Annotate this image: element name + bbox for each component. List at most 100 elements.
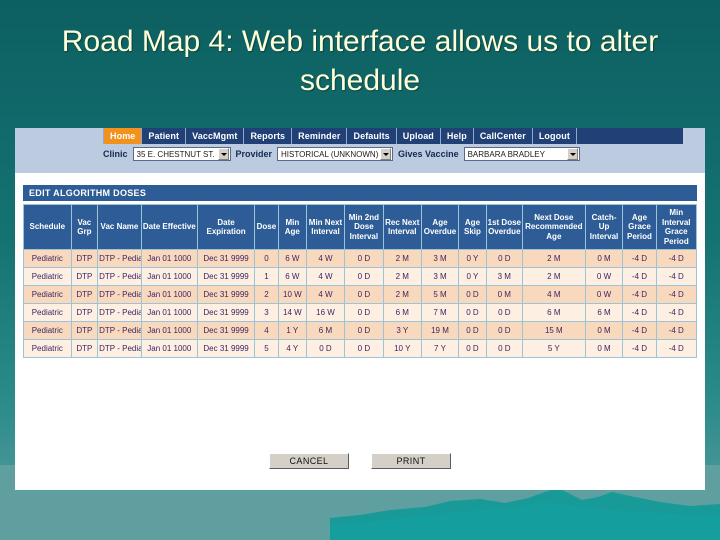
nav-item-reminder[interactable]: Reminder xyxy=(292,128,348,144)
table-cell: 6 M xyxy=(383,304,421,321)
table-cell: 10 Y xyxy=(383,340,421,357)
table-cell: Jan 01 1000 xyxy=(141,304,197,321)
column-header: Age Skip xyxy=(459,205,486,249)
table-cell: 0 D xyxy=(459,304,486,321)
mountain-decoration xyxy=(330,488,720,540)
provider-select[interactable]: HISTORICAL (UNKNOWN) xyxy=(277,147,394,161)
table-row[interactable]: PediatricDTPDTP - PediatricJan 01 1000De… xyxy=(24,322,696,339)
nav-item-vaccmgmt[interactable]: VaccMgmt xyxy=(186,128,245,144)
table-cell: DTP - Pediatric xyxy=(98,268,141,285)
table-cell: 3 M xyxy=(421,250,459,267)
table-row[interactable]: PediatricDTPDTP - PediatricJan 01 1000De… xyxy=(24,286,696,303)
table-cell: -4 D xyxy=(623,268,656,285)
table-row[interactable]: PediatricDTPDTP - PediatricJan 01 1000De… xyxy=(24,268,696,285)
nav-item-reports[interactable]: Reports xyxy=(244,128,293,144)
table-cell: 7 Y xyxy=(421,340,459,357)
table-cell: 7 M xyxy=(421,304,459,321)
table-cell: 0 D xyxy=(344,340,383,357)
table-cell: 0 W xyxy=(585,268,623,285)
table-cell: Pediatric xyxy=(24,286,71,303)
table-cell: Jan 01 1000 xyxy=(141,322,197,339)
column-header: Age Grace Period xyxy=(623,205,656,249)
chevron-down-icon[interactable] xyxy=(380,148,392,160)
table-cell: 6 M xyxy=(307,322,344,339)
table-cell: 0 D xyxy=(459,286,486,303)
column-header: Vac Grp xyxy=(71,205,98,249)
table-cell: 0 D xyxy=(486,250,523,267)
table-cell: Jan 01 1000 xyxy=(141,268,197,285)
table-cell: 0 D xyxy=(486,340,523,357)
table-cell: 0 M xyxy=(585,322,623,339)
action-button-bar: CANCEL PRINT xyxy=(15,453,705,469)
table-cell: 1 xyxy=(255,268,278,285)
table-cell: 6 M xyxy=(523,304,585,321)
chevron-down-icon[interactable] xyxy=(566,148,578,160)
table-cell: 2 M xyxy=(523,268,585,285)
chevron-down-icon[interactable] xyxy=(217,148,229,160)
table-cell: DTP xyxy=(71,268,98,285)
table-cell: 0 D xyxy=(459,322,486,339)
table-head: Schedule Vac Grp Vac Name Date Effective Dat… xyxy=(24,205,696,249)
table-cell: Pediatric xyxy=(24,250,71,267)
table-cell: Dec 31 9999 xyxy=(197,340,255,357)
table-cell: 19 M xyxy=(421,322,459,339)
table-cell: DTP xyxy=(71,286,98,303)
table-cell: -4 D xyxy=(656,268,696,285)
column-header: Age Overdue xyxy=(421,205,459,249)
nav-item-upload[interactable]: Upload xyxy=(397,128,441,144)
nav-item-defaults[interactable]: Defaults xyxy=(347,128,397,144)
table-header-row: Schedule Vac Grp Vac Name Date Effective Dat… xyxy=(24,205,696,249)
clinic-label: Clinic xyxy=(103,149,128,159)
table-cell: 6 M xyxy=(585,304,623,321)
nav-item-callcenter[interactable]: CallCenter xyxy=(474,128,533,144)
table-cell: 0 Y xyxy=(459,250,486,267)
main-navigation[interactable]: Home Patient VaccMgmt Reports Reminder Defaul… xyxy=(103,128,683,144)
table-cell: 0 M xyxy=(486,286,523,303)
table-row[interactable]: PediatricDTPDTP - PediatricJan 01 1000De… xyxy=(24,250,696,267)
table-cell: -4 D xyxy=(656,286,696,303)
table-cell: 4 M xyxy=(523,286,585,303)
table-cell: 1 Y xyxy=(278,322,307,339)
table-cell: 0 D xyxy=(486,322,523,339)
table-cell: 5 M xyxy=(421,286,459,303)
table-cell: 3 M xyxy=(486,268,523,285)
gives-vaccine-select[interactable]: BARBARA BRADLEY xyxy=(463,147,580,161)
table-cell: 0 D xyxy=(459,340,486,357)
table-cell: DTP xyxy=(71,304,98,321)
table-cell: 3 M xyxy=(421,268,459,285)
table-cell: DTP xyxy=(71,322,98,339)
table-cell: -4 D xyxy=(623,322,656,339)
nav-item-patient[interactable]: Patient xyxy=(142,128,187,144)
nav-item-home[interactable]: Home xyxy=(103,128,143,144)
web-app-panel: Home Patient VaccMgmt Reports Reminder Defaul… xyxy=(15,128,705,490)
table-cell: 0 W xyxy=(585,286,623,303)
table-cell: Jan 01 1000 xyxy=(141,340,197,357)
clinic-select[interactable]: 35 E. CHESTNUT ST. xyxy=(132,147,231,161)
table-cell: 0 M xyxy=(585,250,623,267)
table-cell: 6 W xyxy=(278,268,307,285)
table-cell: -4 D xyxy=(656,304,696,321)
table-cell: 15 M xyxy=(523,322,585,339)
table-row[interactable]: PediatricDTPDTP - PediatricJan 01 1000De… xyxy=(24,340,696,357)
column-header: Min Age xyxy=(278,205,307,249)
column-header: Dose xyxy=(255,205,278,249)
nav-item-help[interactable]: Help xyxy=(441,128,474,144)
print-button[interactable]: PRINT xyxy=(371,453,451,469)
slide-title: Road Map 4: Web interface allows us to a… xyxy=(61,25,659,97)
column-header: Min Next Interval xyxy=(307,205,344,249)
table-cell: 2 M xyxy=(523,250,585,267)
table-cell: DTP - Pediatric xyxy=(98,250,141,267)
cancel-button[interactable]: CANCEL xyxy=(269,453,349,469)
app-content-body: EDIT ALGORITHM DOSES Schedule Vac Grp Vac … xyxy=(15,173,705,490)
column-header: Catch-Up Interval xyxy=(585,205,623,249)
provider-select-value: HISTORICAL (UNKNOWN) xyxy=(281,149,379,159)
table-cell: -4 D xyxy=(623,304,656,321)
section-title: EDIT ALGORITHM DOSES xyxy=(23,185,697,201)
table-cell: Dec 31 9999 xyxy=(197,250,255,267)
table-cell: 0 D xyxy=(344,268,383,285)
table-row[interactable]: PediatricDTPDTP - PediatricJan 01 1000De… xyxy=(24,304,696,321)
nav-item-logout[interactable]: Logout xyxy=(533,128,577,144)
table-cell: Pediatric xyxy=(24,268,71,285)
column-header: Vac Name xyxy=(98,205,141,249)
table-cell: 3 xyxy=(255,304,278,321)
